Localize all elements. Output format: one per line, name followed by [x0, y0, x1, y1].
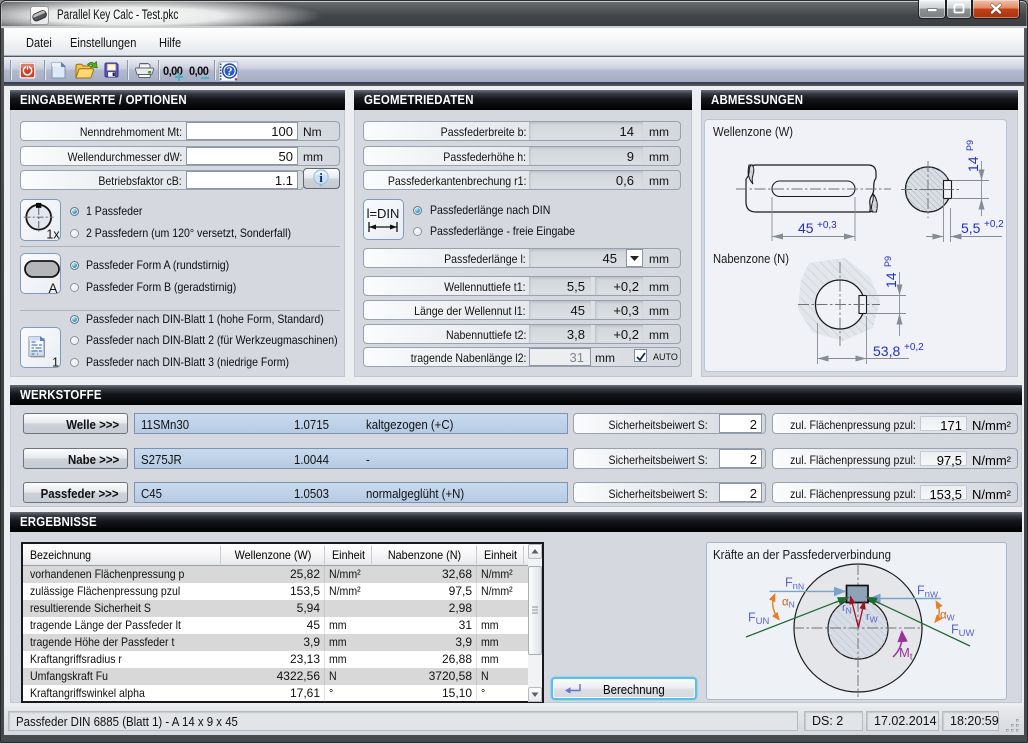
svg-text:FnW: FnW — [917, 584, 938, 601]
svg-text:1x: 1x — [46, 228, 60, 241]
svg-text:l=DIN: l=DIN — [367, 206, 400, 221]
svg-text:14: 14 — [883, 272, 899, 288]
svg-text:P9: P9 — [965, 140, 975, 151]
svg-text:+0,2: +0,2 — [984, 219, 1004, 230]
svg-text:53,8: 53,8 — [873, 343, 900, 359]
svg-text:αW: αW — [940, 610, 955, 623]
svg-text:14: 14 — [965, 156, 981, 172]
svg-text:Kräfte an der Passfederverbind: Kräfte an der Passfederverbindung — [713, 547, 891, 562]
svg-text:+0,2: +0,2 — [904, 342, 924, 353]
svg-text:?: ? — [227, 66, 233, 78]
svg-text:Wellenzone (W): Wellenzone (W) — [713, 124, 793, 139]
svg-text:1: 1 — [52, 356, 59, 368]
svg-text:i: i — [319, 170, 323, 185]
svg-text:FUW: FUW — [951, 623, 975, 640]
svg-text:A: A — [49, 281, 58, 293]
svg-text:FUN: FUN — [748, 611, 770, 628]
svg-text:45: 45 — [798, 220, 814, 236]
svg-text:P9: P9 — [883, 256, 893, 267]
svg-text:5,5: 5,5 — [961, 220, 981, 236]
svg-text:+0,3: +0,3 — [817, 220, 837, 231]
svg-text:Nabenzone (N): Nabenzone (N) — [713, 251, 789, 266]
svg-text:αN: αN — [782, 597, 795, 610]
svg-text:FnN: FnN — [785, 576, 804, 593]
